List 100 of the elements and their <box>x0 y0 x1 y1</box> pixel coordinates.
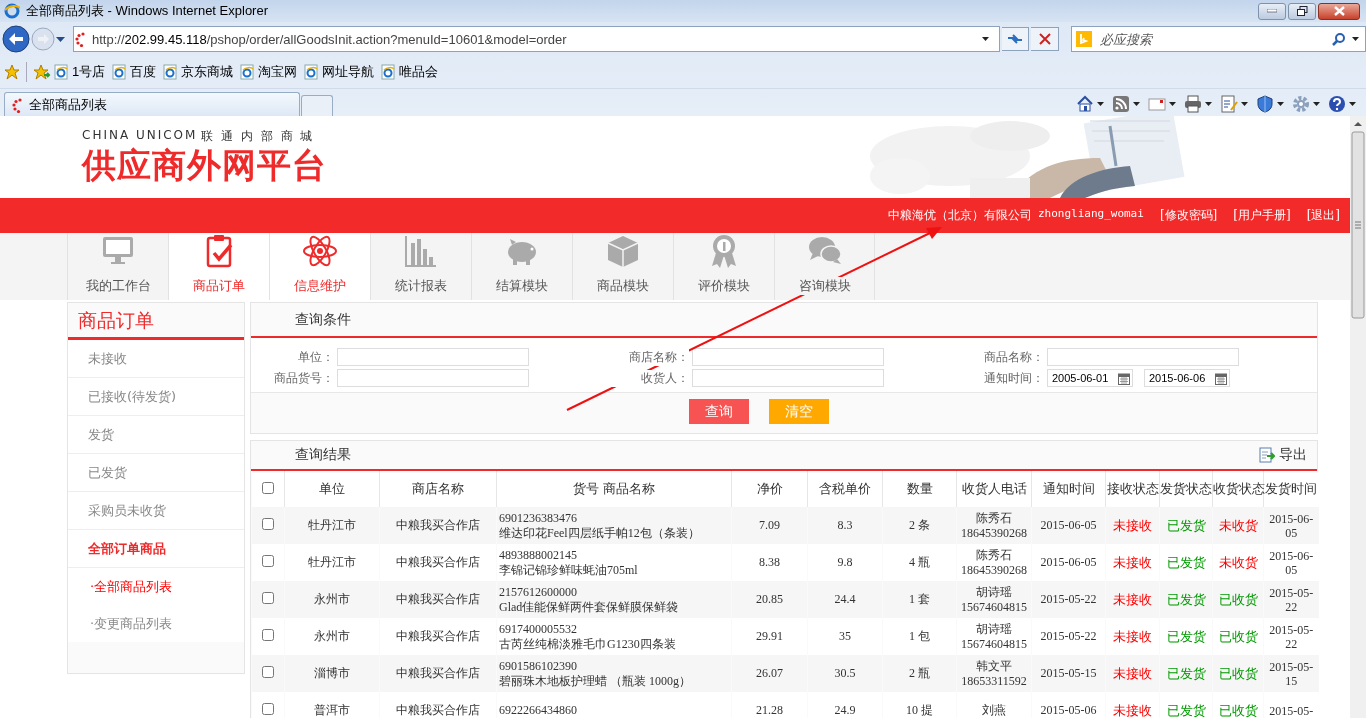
row-checkbox[interactable] <box>262 702 274 715</box>
column-header: 接收状态 <box>1105 471 1160 507</box>
nav-tab[interactable]: 咨询模块 <box>774 233 875 300</box>
dropdown-caret-icon[interactable] <box>981 36 991 42</box>
status-text: 未接收 <box>1105 581 1160 618</box>
sidebar-item[interactable]: ·变更商品列表 <box>68 605 244 642</box>
brand-name-en: CHINA UNICOM <box>82 128 198 144</box>
input-field[interactable] <box>337 369 529 387</box>
header-link[interactable]: [用户手册] <box>1233 207 1291 224</box>
table-cell: 7.09 <box>731 507 808 544</box>
dropdown-caret-icon[interactable] <box>1097 102 1104 106</box>
feed-icon[interactable] <box>1112 95 1130 113</box>
sidebar-item[interactable]: 发货 <box>68 416 244 454</box>
status-text: 未接收 <box>1105 655 1160 692</box>
dropdown-caret-icon[interactable] <box>1205 102 1212 106</box>
bing-logo-icon <box>1076 31 1093 47</box>
add-favorite-icon[interactable] <box>33 64 51 80</box>
row-checkbox[interactable] <box>262 554 274 567</box>
dropdown-caret-icon[interactable] <box>56 36 65 42</box>
date-field[interactable]: 2005-06-01 <box>1047 369 1133 387</box>
search-field[interactable]: 必应搜索 <box>1071 26 1366 52</box>
refresh-button[interactable] <box>1001 27 1030 51</box>
header-link[interactable]: [修改密码] <box>1159 207 1218 224</box>
row-checkbox[interactable] <box>262 665 274 678</box>
product-name: 维达印花Feel四层纸手帕12包（条装） <box>499 525 701 541</box>
favorite-link[interactable]: 1号店 <box>54 63 106 81</box>
sidebar-item[interactable]: 已接收(待发货) <box>68 378 244 416</box>
bar-chart-icon <box>403 233 439 269</box>
calendar-icon[interactable] <box>1215 371 1227 385</box>
table-cell: 4 瓶 <box>882 544 957 581</box>
date-field[interactable]: 2015-06-06 <box>1144 369 1230 387</box>
table-cell: 2015-06-05 <box>1263 544 1319 581</box>
select-all-checkbox[interactable] <box>261 481 274 494</box>
calendar-icon[interactable] <box>1118 371 1130 385</box>
table-cell: 1 包 <box>882 618 957 655</box>
product-code: 6901236383476 <box>499 510 578 526</box>
sidebar-item[interactable]: 未接收 <box>68 340 244 378</box>
dropdown-caret-icon[interactable] <box>1313 102 1320 106</box>
table-cell: 2 条 <box>882 507 957 544</box>
product-name: 古芮丝纯棉淡雅毛巾G1230四条装 <box>499 636 677 652</box>
receiver-name: 陈秀石 <box>975 510 1013 526</box>
address-field[interactable]: http://202.99.45.118/pshop/order/allGoodsInit.action?menuId=10601&model=order <box>73 26 1000 52</box>
input-field[interactable] <box>692 348 884 366</box>
table-cell: 普洱市 <box>284 692 380 718</box>
sidebar-item[interactable]: 全部订单商品 <box>68 530 244 568</box>
stop-button[interactable] <box>1031 27 1060 51</box>
sidebar-item[interactable]: 已发货 <box>68 454 244 492</box>
column-header: 净价 <box>731 471 808 507</box>
status-text: 已收货 <box>1212 692 1264 718</box>
sidebar-item[interactable]: ·全部商品列表 <box>68 568 244 605</box>
input-field[interactable] <box>1047 348 1239 366</box>
receiver-name: 刘燕 <box>981 703 1007 718</box>
help-icon[interactable] <box>1328 95 1346 113</box>
table-cell: 中粮我买合作店 <box>379 581 497 618</box>
favorite-link[interactable]: 百度 <box>112 63 157 81</box>
dropdown-caret-icon[interactable] <box>1169 102 1176 106</box>
back-button-icon[interactable] <box>2 25 30 53</box>
nav-tab[interactable]: 信息维护 <box>269 233 370 300</box>
row-checkbox[interactable] <box>262 628 274 641</box>
row-checkbox[interactable] <box>262 517 274 530</box>
table-cell: 2015-05-15 <box>1263 655 1319 692</box>
restore-button[interactable] <box>1288 2 1316 20</box>
status-text: 未接收 <box>1105 507 1160 544</box>
dropdown-caret-icon[interactable] <box>1349 102 1356 106</box>
favorite-link[interactable]: 淘宝网 <box>240 63 298 81</box>
table-cell: 牡丹江市 <box>284 507 380 544</box>
close-icon <box>1333 6 1345 16</box>
input-field[interactable] <box>692 369 884 387</box>
table-cell: 中粮我买合作店 <box>379 692 497 718</box>
table-cell: 2 瓶 <box>882 655 957 692</box>
input-field[interactable] <box>337 348 529 366</box>
favorite-link[interactable]: 京东商城 <box>163 63 234 81</box>
browser-tab[interactable]: 全部商品列表 <box>4 92 300 116</box>
column-header: 货号 商品名称 <box>496 471 732 507</box>
company-name: 中粮海优（北京）有限公司 <box>887 207 1032 224</box>
print-icon[interactable] <box>1184 95 1202 113</box>
column-header: 含税单价 <box>807 471 883 507</box>
url-text: http://202.99.45.118/pshop/order/allGoodsInit.action?menuId=10601&model=order <box>92 31 568 47</box>
dropdown-caret-icon[interactable] <box>1352 36 1361 42</box>
star-icon[interactable] <box>4 64 20 80</box>
search-icon[interactable] <box>1332 32 1346 46</box>
product-name: Glad佳能保鲜两件套保鲜膜保鲜袋 <box>499 599 680 615</box>
product-code: 6917400005532 <box>499 621 578 637</box>
dropdown-caret-icon[interactable] <box>1133 102 1140 106</box>
sidebar-item[interactable]: 采购员未收货 <box>68 492 244 530</box>
favorite-link[interactable]: 网址导航 <box>304 63 375 81</box>
search-input[interactable]: 必应搜索 <box>1098 30 1326 48</box>
header-link[interactable]: [退出] <box>1306 207 1340 224</box>
row-checkbox[interactable] <box>262 591 274 604</box>
shield-icon[interactable] <box>1256 95 1274 113</box>
table-cell: 10 提 <box>882 692 957 718</box>
dropdown-caret-icon[interactable] <box>1241 102 1248 106</box>
dropdown-caret-icon[interactable] <box>1277 102 1284 106</box>
page-icon <box>54 64 68 80</box>
home-icon[interactable] <box>1076 95 1094 113</box>
export-button[interactable]: 导出 <box>1259 446 1307 464</box>
close-button[interactable] <box>1318 2 1360 20</box>
favorite-link[interactable]: 唯品会 <box>381 63 439 81</box>
mail-icon[interactable] <box>1148 95 1166 113</box>
nav-tab[interactable]: 商品订单 <box>168 233 269 300</box>
